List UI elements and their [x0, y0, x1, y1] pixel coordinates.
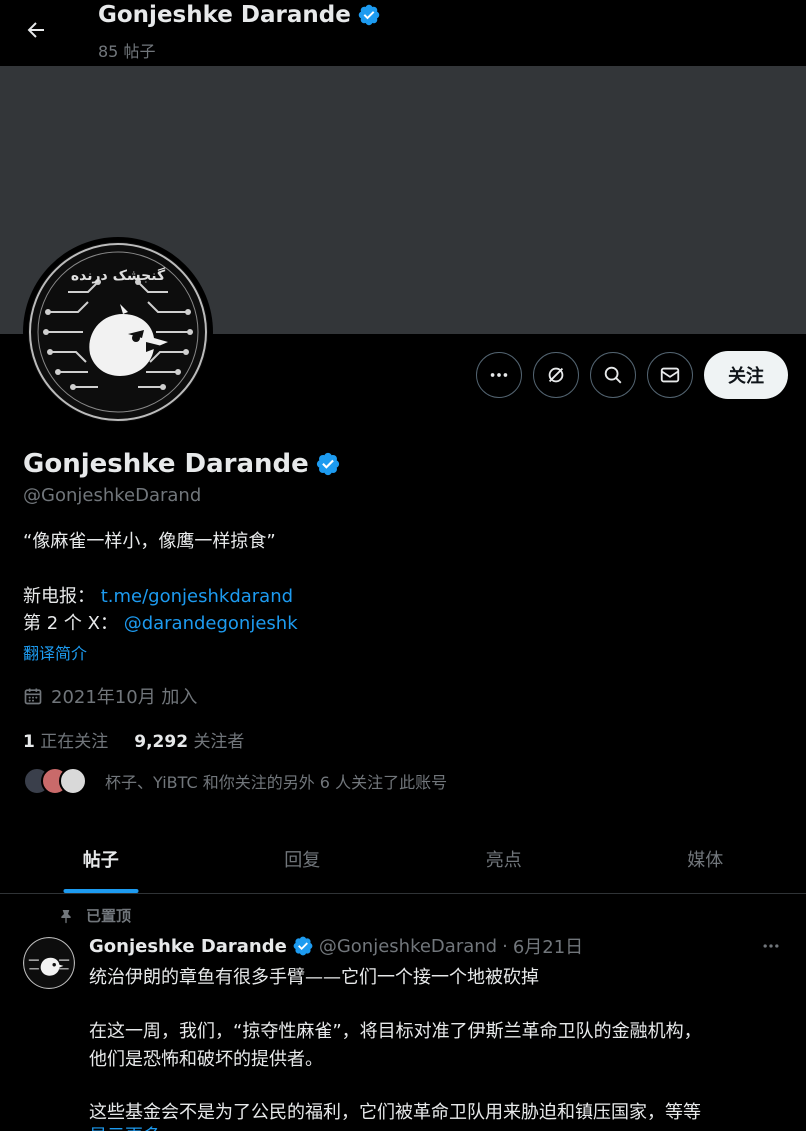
post-avatar[interactable]	[23, 937, 75, 989]
telegram-line: 新电报： t.me/gonjeshkdarand	[23, 582, 293, 608]
second-x-link[interactable]: @darandegonjeshk	[124, 613, 298, 634]
telegram-link[interactable]: t.me/gonjeshkdarand	[101, 586, 293, 607]
more-horizontal-icon	[763, 944, 779, 948]
grok-icon	[548, 367, 564, 383]
followers-stat[interactable]: 9,292 关注者	[134, 727, 244, 752]
post-text-line: 统治伊朗的章鱼有很多手臂——它们一个接一个地被砍掉	[89, 967, 539, 988]
verified-badge-icon[interactable]	[315, 451, 341, 477]
profile-avatar[interactable]: گنجشک درنده	[23, 237, 213, 427]
verified-badge-icon	[358, 4, 380, 26]
header-title: Gonjeshke Darande	[98, 2, 381, 28]
search-posts-button[interactable]	[590, 352, 636, 398]
verified-badge-icon	[293, 936, 313, 956]
active-tab-indicator	[63, 889, 139, 893]
profile-tabs: 帖子 回复 亮点 媒体	[0, 824, 806, 894]
avatar	[59, 767, 87, 795]
second-x-label: 第 2 个 X：	[23, 613, 118, 634]
following-label: 正在关注	[40, 732, 109, 752]
post-more-button[interactable]	[756, 934, 786, 958]
tab-label: 帖子	[82, 849, 119, 871]
followers-label: 关注者	[193, 732, 245, 752]
tab-posts[interactable]: 帖子	[0, 824, 202, 893]
join-date-text: 2021年10月 加入	[51, 687, 198, 708]
pinned-indicator: 已置顶	[58, 905, 131, 926]
profile-name: Gonjeshke Darande	[23, 449, 341, 479]
profile-actions: 关注	[476, 351, 788, 399]
join-date: 2021年10月 加入	[23, 683, 197, 709]
header-name: Gonjeshke Darande	[98, 2, 351, 28]
svg-text:گنجشک درنده: گنجشک درنده	[71, 267, 166, 284]
tab-media[interactable]: 媒体	[605, 824, 806, 893]
post-meta-separator: ·	[502, 935, 508, 957]
search-icon	[604, 366, 622, 384]
telegram-label: 新电报：	[23, 586, 95, 607]
profile-display-name: Gonjeshke Darande	[23, 449, 309, 479]
follower-avatars	[23, 767, 87, 795]
envelope-icon	[660, 367, 680, 383]
avatar-image: گنجشک درنده	[28, 242, 208, 422]
profile-handle: @GonjeshkeDarand	[23, 485, 202, 506]
tab-label: 回复	[284, 849, 321, 871]
pin-icon	[61, 909, 71, 923]
post-author-handle[interactable]: @GonjeshkeDarand	[319, 936, 497, 957]
post-author-name[interactable]: Gonjeshke Darande	[89, 936, 287, 957]
follow-stats: 1 正在关注 9,292 关注者	[23, 727, 244, 752]
post-text-line: 他们是恐怖和破坏的提供者。	[89, 1049, 323, 1070]
bird-logo-icon	[23, 937, 75, 989]
more-options-button[interactable]	[476, 352, 522, 398]
followed-by[interactable]: 杯子、YiBTC 和你关注的另外 6 人关注了此账号	[23, 767, 447, 795]
back-button[interactable]	[18, 12, 54, 48]
header-post-count: 85 帖子	[98, 42, 156, 61]
followed-by-text: 杯子、YiBTC 和你关注的另外 6 人关注了此账号	[105, 773, 448, 792]
following-stat[interactable]: 1 正在关注	[23, 727, 108, 752]
post-text-line: 这些基金会不是为了公民的福利，它们被革命卫队用来胁迫和镇压国家，等等	[89, 1102, 701, 1123]
follow-button[interactable]: 关注	[704, 351, 788, 399]
post-text-line: 在这一周，我们，“掠夺性麻雀”，将目标对准了伊斯兰革命卫队的金融机构，	[89, 1021, 702, 1042]
tab-label: 媒体	[687, 849, 724, 871]
followers-count: 9,292	[134, 732, 189, 752]
post-date[interactable]: 6月21日	[513, 933, 583, 959]
translate-bio-link[interactable]: 翻译简介	[23, 640, 87, 664]
calendar-icon	[24, 688, 42, 705]
grok-button[interactable]	[533, 352, 579, 398]
bird-logo-icon: گنجشک درنده	[29, 243, 207, 421]
pinned-label: 已置顶	[86, 907, 132, 925]
tab-label: 亮点	[485, 849, 522, 871]
tab-highlights[interactable]: 亮点	[403, 824, 605, 893]
following-count: 1	[23, 732, 35, 752]
more-horizontal-icon	[490, 373, 508, 377]
top-bar: Gonjeshke Darande 85 帖子	[0, 0, 806, 66]
tab-replies[interactable]: 回复	[202, 824, 404, 893]
arrow-left-icon	[27, 22, 44, 38]
second-x-line: 第 2 个 X： @darandegonjeshk	[23, 609, 298, 635]
message-button[interactable]	[647, 352, 693, 398]
post-header: Gonjeshke Darande @GonjeshkeDarand · 6月2…	[89, 933, 583, 959]
show-more-link[interactable]: 显示更多	[89, 1122, 161, 1131]
profile-bio: “像麻雀一样小，像鹰一样掠食”	[23, 531, 276, 552]
